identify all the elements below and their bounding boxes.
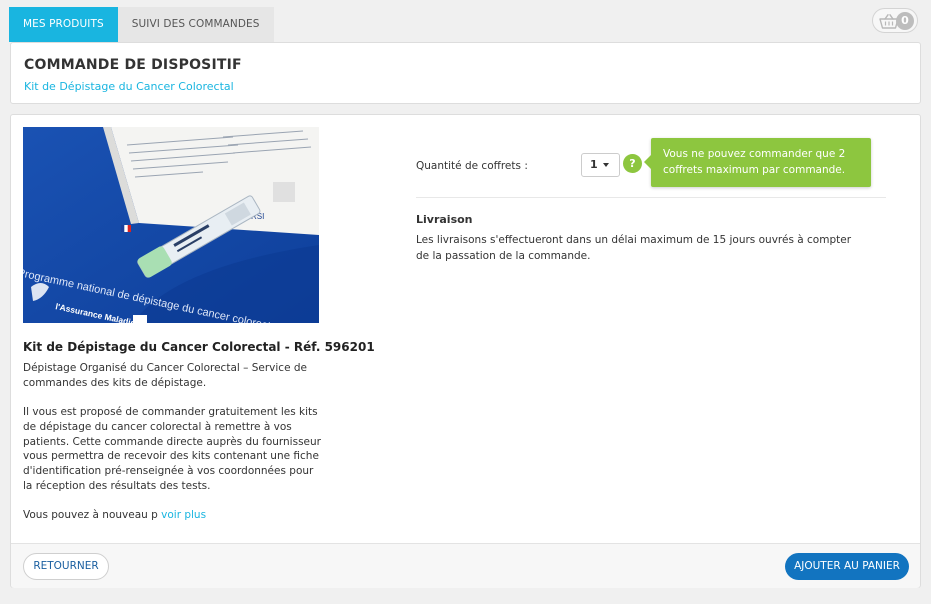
divider: [416, 197, 886, 198]
delivery-title: Livraison: [416, 213, 473, 226]
tab-bar: MES PRODUITS SUIVI DES COMMANDES: [9, 7, 274, 42]
product-description: Dépistage Organisé du Cancer Colorectal …: [23, 361, 323, 537]
header-panel: COMMANDE DE DISPOSITIF Kit de Dépistage …: [10, 42, 921, 104]
delivery-text: Les livraisons s'effectueront dans un dé…: [416, 234, 852, 262]
description-truncated: Vous pouvez à nouveau p: [23, 509, 158, 521]
quantity-label: Quantité de coffrets :: [416, 160, 528, 172]
description-paragraph: Dépistage Organisé du Cancer Colorectal …: [23, 362, 307, 389]
help-icon[interactable]: ?: [623, 154, 642, 173]
tab-suivi-des-commandes[interactable]: SUIVI DES COMMANDES: [117, 7, 274, 42]
footer-bar: [11, 544, 920, 588]
page-title: COMMANDE DE DISPOSITIF: [24, 57, 242, 73]
back-button[interactable]: RETOURNER: [23, 553, 109, 580]
voir-plus-link[interactable]: voir plus: [161, 509, 206, 521]
caret-down-icon: [603, 163, 609, 167]
page-subtitle: Kit de Dépistage du Cancer Colorectal: [24, 80, 234, 93]
tab-mes-produits[interactable]: MES PRODUITS: [9, 7, 118, 42]
product-image: RSI Programme national de dépistage du c…: [23, 127, 319, 323]
quantity-value: 1: [590, 158, 598, 171]
add-to-cart-button[interactable]: AJOUTER AU PANIER: [785, 553, 909, 580]
product-title: Kit de Dépistage du Cancer Colorectal - …: [23, 340, 375, 354]
cart-button[interactable]: 0: [872, 8, 918, 33]
quantity-select[interactable]: 1: [581, 153, 620, 177]
description-more: Vous pouvez à nouveau p voir plus: [23, 508, 323, 523]
quantity-tooltip: Vous ne pouvez commander que 2 coffrets …: [644, 138, 871, 187]
cart-count-badge: 0: [896, 12, 914, 30]
description-paragraph: Il vous est proposé de commander gratuit…: [23, 406, 321, 492]
product-panel: RSI Programme national de dépistage du c…: [10, 114, 921, 588]
